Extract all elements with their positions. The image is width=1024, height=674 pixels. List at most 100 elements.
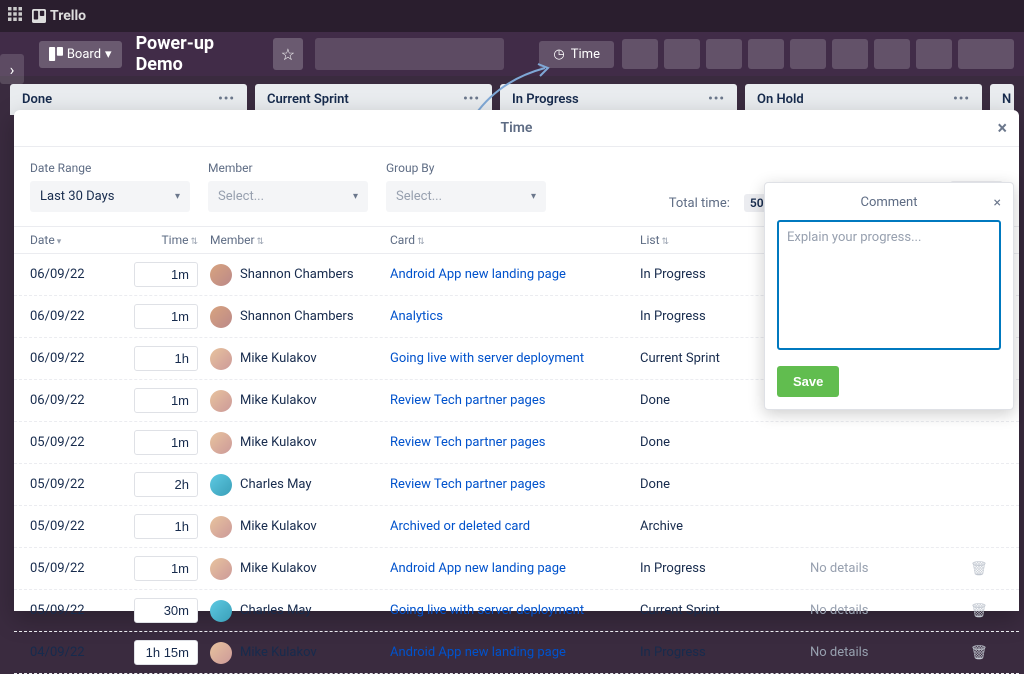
card-link[interactable]: Review Tech partner pages <box>390 393 545 408</box>
modal-title: Time <box>501 120 533 136</box>
date-cell: 06/09/22 <box>30 309 120 324</box>
table-row: 05/09/22Mike KulakovReview Tech partner … <box>14 422 1019 464</box>
toolbar-pill[interactable] <box>874 39 910 69</box>
toolbar-pill[interactable] <box>622 39 658 69</box>
comment-textarea[interactable] <box>777 220 1001 350</box>
time-input[interactable] <box>134 346 198 371</box>
date-cell: 05/09/22 <box>30 519 120 534</box>
sort-icon: ⇅ <box>417 237 425 247</box>
date-range-label: Date Range <box>30 161 190 175</box>
member-select[interactable]: Select... ▾ <box>208 181 368 212</box>
chevron-down-icon: ▾ <box>531 191 536 202</box>
th-date[interactable]: Date▾ <box>30 233 120 247</box>
time-button-label: Time <box>571 47 600 62</box>
date-cell: 06/09/22 <box>30 393 120 408</box>
card-link[interactable]: Android App new landing page <box>390 267 566 282</box>
trello-topbar: Trello <box>0 0 1024 32</box>
toolbar-pill[interactable] <box>916 39 952 69</box>
card-link[interactable]: Android App new landing page <box>390 561 566 576</box>
member-name: Charles May <box>240 477 312 492</box>
card-link[interactable]: Review Tech partner pages <box>390 477 545 492</box>
clock-icon: ◷ <box>553 47 564 62</box>
card-link[interactable]: Review Tech partner pages <box>390 435 545 450</box>
board-bar: › Board ▾ Power-up Demo ☆ ◷ Time <box>0 32 1024 76</box>
time-input[interactable] <box>134 388 198 413</box>
trello-logo[interactable]: Trello <box>32 8 86 24</box>
trash-icon[interactable]: 🗑 <box>970 645 1000 661</box>
close-icon[interactable]: × <box>994 195 1001 211</box>
date-cell: 05/09/22 <box>30 561 120 576</box>
avatar <box>210 264 232 286</box>
time-input[interactable] <box>134 430 198 455</box>
chevron-down-icon: ▾ <box>353 191 358 202</box>
member-name: Mike Kulakov <box>240 393 317 408</box>
avatar <box>210 306 232 328</box>
dots-icon[interactable]: ••• <box>218 92 235 107</box>
th-member[interactable]: Member⇅ <box>210 233 390 247</box>
column-title: N <box>1002 92 1011 107</box>
table-row: 05/09/22 Mike Kulakov Archived or deleted … <box>14 506 1019 548</box>
avatar <box>210 348 232 370</box>
comment-cell[interactable]: No details <box>810 561 970 576</box>
board-view-button[interactable]: Board ▾ <box>39 41 122 68</box>
time-input[interactable] <box>134 556 198 581</box>
time-input[interactable] <box>134 262 198 287</box>
card-link[interactable]: Android App new landing page <box>390 645 566 660</box>
member-select-placeholder: Select... <box>218 189 264 204</box>
trello-logo-text: Trello <box>50 8 86 24</box>
close-icon[interactable]: × <box>997 118 1007 139</box>
dots-icon[interactable]: ••• <box>708 92 725 107</box>
toolbar-pill[interactable] <box>748 39 784 69</box>
toolbar-pill[interactable] <box>706 39 742 69</box>
modal-header: Time × <box>14 110 1019 147</box>
th-time[interactable]: Time⇅ <box>120 233 210 247</box>
trash-icon[interactable]: 🗑 <box>970 561 1000 577</box>
apps-icon[interactable] <box>8 7 22 25</box>
chevron-down-icon: ▾ <box>175 191 180 202</box>
toolbar-pill[interactable] <box>664 39 700 69</box>
th-card[interactable]: Card⇅ <box>390 233 640 247</box>
dots-icon[interactable]: ••• <box>463 92 480 107</box>
toolbar-pill[interactable] <box>790 39 826 69</box>
sort-desc-icon: ▾ <box>57 237 62 247</box>
time-input[interactable] <box>134 304 198 329</box>
member-filter-label: Member <box>208 161 368 175</box>
avatar <box>210 516 232 538</box>
table-row: 04/09/22 Mike Kulakov Android App new land… <box>14 632 1019 674</box>
column-title: Done <box>22 92 52 107</box>
avatar <box>210 390 232 412</box>
column-title: On Hold <box>757 92 804 107</box>
save-button[interactable]: Save <box>777 366 839 397</box>
member-name: Mike Kulakov <box>240 645 317 660</box>
card-link[interactable]: Going live with server deployment <box>390 351 584 366</box>
avatar <box>210 432 232 454</box>
star-board-button[interactable]: ☆ <box>273 38 303 70</box>
time-input[interactable] <box>134 514 198 539</box>
member-name: Shannon Chambers <box>240 309 354 324</box>
card-link[interactable]: Analytics <box>390 309 443 324</box>
toolbar-pill[interactable] <box>832 39 868 69</box>
date-range-value: Last 30 Days <box>40 189 114 204</box>
sort-icon: ⇅ <box>190 237 198 247</box>
member-name: Mike Kulakov <box>240 519 317 534</box>
chevron-down-icon: ▾ <box>105 47 112 62</box>
comment-cell[interactable]: No details <box>810 645 970 660</box>
board-title[interactable]: Power-up Demo <box>130 33 265 75</box>
toolbar-pill[interactable] <box>958 39 1014 69</box>
comment-popup-title: Comment <box>860 195 917 210</box>
groupby-placeholder: Select... <box>396 189 442 204</box>
time-powerup-button[interactable]: ◷ Time <box>539 41 614 68</box>
time-input[interactable] <box>134 472 198 497</box>
member-name: Mike Kulakov <box>240 351 317 366</box>
dots-icon[interactable]: ••• <box>953 92 970 107</box>
collapse-left-icon[interactable]: › <box>0 54 24 84</box>
date-cell: 05/09/22 <box>30 477 120 492</box>
card-link[interactable]: Archived or deleted card <box>390 519 530 534</box>
date-range-select[interactable]: Last 30 Days ▾ <box>30 181 190 212</box>
member-name: Mike Kulakov <box>240 561 317 576</box>
sort-icon: ⇅ <box>662 237 670 247</box>
date-cell: 04/09/22 <box>30 645 120 660</box>
groupby-select[interactable]: Select... ▾ <box>386 181 546 212</box>
avatar <box>210 474 232 496</box>
time-input[interactable] <box>134 640 198 665</box>
